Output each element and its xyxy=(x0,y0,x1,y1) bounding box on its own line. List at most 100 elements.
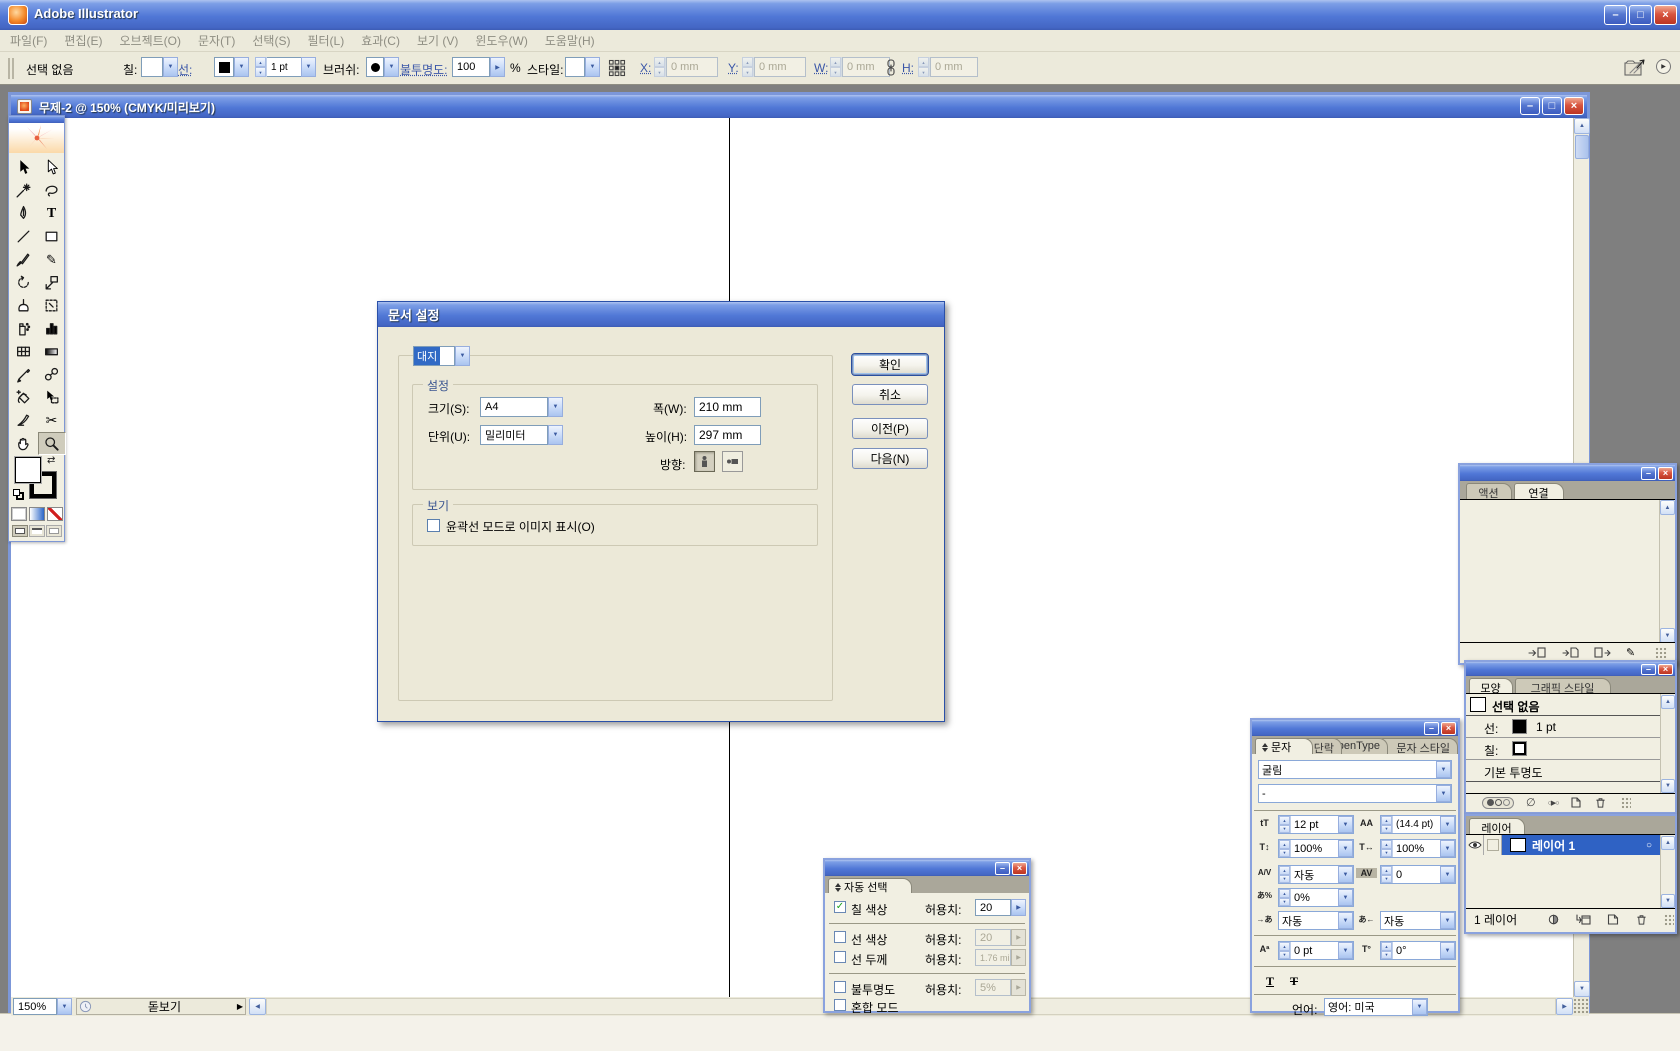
status-field[interactable]: 돋보기 ▶ xyxy=(76,998,246,1015)
blend-mode-checkbox[interactable] xyxy=(834,999,846,1011)
rectangle-tool[interactable] xyxy=(38,225,66,248)
paintbrush-tool[interactable] xyxy=(10,248,38,271)
fullscreen-button[interactable] xyxy=(46,525,62,537)
live-paint-bucket-tool[interactable] xyxy=(10,386,38,409)
resize-grip[interactable] xyxy=(1573,998,1589,1015)
font-size-stepper[interactable]: ▲▼ 12 pt ▼ xyxy=(1278,815,1354,834)
spinner[interactable]: ▲▼ xyxy=(1279,889,1291,906)
trash-icon[interactable] xyxy=(1594,796,1607,809)
opacity-value[interactable]: 100 xyxy=(452,57,490,77)
fill-color-swatch[interactable] xyxy=(15,457,41,483)
pencil-tool[interactable]: ✎ xyxy=(38,248,66,271)
resize-grip[interactable] xyxy=(1664,914,1674,926)
h-value[interactable]: 0 mm xyxy=(930,57,978,77)
opacity-field[interactable]: 100 ▶ xyxy=(452,57,505,77)
resize-grip[interactable] xyxy=(1655,647,1667,659)
chevron-down-icon[interactable]: ▼ xyxy=(57,998,72,1015)
underline-button[interactable]: T xyxy=(1260,972,1280,990)
line-segment-tool[interactable] xyxy=(10,225,38,248)
lasso-tool[interactable] xyxy=(38,179,66,202)
tab-links[interactable]: 연결 xyxy=(1514,483,1564,499)
aki-right-dropdown[interactable]: 자동 ▼ xyxy=(1380,911,1456,930)
app-maximize-button[interactable]: □ xyxy=(1629,5,1652,25)
swap-fill-stroke-icon[interactable]: ⇄ xyxy=(47,455,55,466)
chevron-down-icon[interactable]: ▼ xyxy=(1338,866,1353,883)
links-title-bar[interactable]: – × xyxy=(1460,465,1675,481)
menu-type[interactable]: 문자(T) xyxy=(198,32,235,49)
menu-edit[interactable]: 편집(E) xyxy=(64,32,102,49)
edit-original-icon[interactable]: ✎ xyxy=(1626,646,1635,659)
font-style-dropdown[interactable]: - ▼ xyxy=(1258,784,1452,803)
stroke-weight-checkbox[interactable] xyxy=(834,951,846,963)
spinner[interactable]: ▲▼ xyxy=(1381,942,1393,959)
trash-icon[interactable] xyxy=(1635,913,1648,926)
chevron-down-icon[interactable]: ▼ xyxy=(1440,866,1455,883)
relink-icon[interactable] xyxy=(1528,646,1548,659)
chevron-down-icon[interactable]: ▼ xyxy=(1338,912,1353,929)
free-transform-tool[interactable] xyxy=(38,294,66,317)
w-field[interactable]: ▲▼ 0 mm xyxy=(830,57,890,77)
tab-actions[interactable]: 액션 xyxy=(1466,483,1512,499)
chevron-down-icon[interactable]: ▼ xyxy=(455,346,470,366)
stroke-weight-value[interactable]: 1 pt xyxy=(267,57,301,77)
hand-tool[interactable] xyxy=(10,432,38,455)
chevron-down-icon[interactable]: ▼ xyxy=(1338,942,1353,959)
blend-tool[interactable] xyxy=(38,363,66,386)
tracking-stepper[interactable]: ▲▼ 0 ▼ xyxy=(1380,865,1456,884)
menu-file[interactable]: 파일(F) xyxy=(10,32,47,49)
scroll-down-icon[interactable]: ▼ xyxy=(1661,894,1675,908)
spinner[interactable]: ▲▼ xyxy=(1381,816,1393,833)
scroll-down-icon[interactable]: ▼ xyxy=(1660,628,1675,643)
outline-mode-checkbox[interactable] xyxy=(427,519,440,532)
reference-point-icon[interactable] xyxy=(606,57,628,79)
link-dimensions-icon[interactable] xyxy=(884,58,898,78)
live-paint-selection-tool[interactable] xyxy=(38,386,66,409)
layer-row[interactable]: 레이어 1 ○ xyxy=(1466,835,1660,855)
menu-select[interactable]: 선택(S) xyxy=(252,32,290,49)
chevron-down-icon[interactable]: ▼ xyxy=(1338,816,1353,833)
character-rotation-stepper[interactable]: ▲▼ 0° ▼ xyxy=(1380,941,1456,960)
control-bar-grip[interactable] xyxy=(8,58,14,79)
new-art-maintains-appearance-button[interactable] xyxy=(1482,797,1514,809)
menu-object[interactable]: 오브젝트(O) xyxy=(119,32,181,49)
links-scrollbar[interactable]: ▲ ▼ xyxy=(1659,500,1675,643)
chevron-down-icon[interactable]: ▼ xyxy=(234,57,249,77)
x-field[interactable]: ▲▼ 0 mm xyxy=(654,57,718,77)
menu-help[interactable]: 도움말(H) xyxy=(545,32,595,49)
palette-close-icon[interactable]: × xyxy=(1658,664,1673,675)
language-dropdown[interactable]: 영어: 미국 ▼ xyxy=(1324,998,1428,1016)
kerning-stepper[interactable]: ▲▼ 자동 ▼ xyxy=(1278,865,1354,884)
scroll-up-icon[interactable]: ▲ xyxy=(1661,695,1675,709)
chevron-down-icon[interactable]: ▼ xyxy=(1338,889,1353,906)
spinner[interactable]: ▲▼ xyxy=(1279,840,1291,857)
make-clipping-mask-icon[interactable] xyxy=(1547,913,1560,926)
spinner[interactable]: ▲▼ xyxy=(1381,840,1393,857)
chevron-down-icon[interactable]: ▼ xyxy=(1412,999,1427,1015)
prev-button[interactable]: 이전(P) xyxy=(852,418,928,439)
spinner[interactable]: ▲▼ xyxy=(918,57,930,77)
spinner[interactable]: ▲▼ xyxy=(255,57,267,77)
control-bar-menu-button[interactable]: ▶ xyxy=(1656,59,1671,74)
stroke-weight-stepper[interactable]: ▲▼ 1 pt ▼ xyxy=(255,57,316,77)
magic-wand-tool[interactable] xyxy=(10,179,38,202)
spinner[interactable]: ▲▼ xyxy=(1279,942,1291,959)
strikethrough-button[interactable]: T xyxy=(1284,972,1304,990)
cancel-button[interactable]: 취소 xyxy=(852,384,928,405)
layer-thumbnail[interactable] xyxy=(1510,838,1526,852)
layer-name[interactable]: 레이어 1 xyxy=(1532,837,1575,854)
menu-window[interactable]: 윈도우(W) xyxy=(475,32,527,49)
mesh-tool[interactable] xyxy=(10,340,38,363)
portrait-orientation-button[interactable] xyxy=(694,451,715,472)
menu-filter[interactable]: 필터(L) xyxy=(307,32,344,49)
dialog-title-bar[interactable]: 문서 설정 xyxy=(378,302,944,327)
new-sublayer-icon[interactable] xyxy=(1576,913,1591,926)
update-link-icon[interactable] xyxy=(1594,646,1612,659)
slice-tool[interactable] xyxy=(10,409,38,432)
scissors-tool[interactable]: ✂ xyxy=(38,409,66,432)
selection-tool[interactable] xyxy=(10,156,38,179)
palette-minimize-icon[interactable]: – xyxy=(1641,467,1656,480)
stroke-color-dropdown[interactable]: ▼ xyxy=(214,57,249,77)
document-title-bar[interactable]: 무제-2 @ 150% (CMYK/미리보기) – □ × xyxy=(11,95,1587,118)
gradient-button[interactable] xyxy=(29,507,45,521)
zoom-tool[interactable] xyxy=(38,432,66,455)
